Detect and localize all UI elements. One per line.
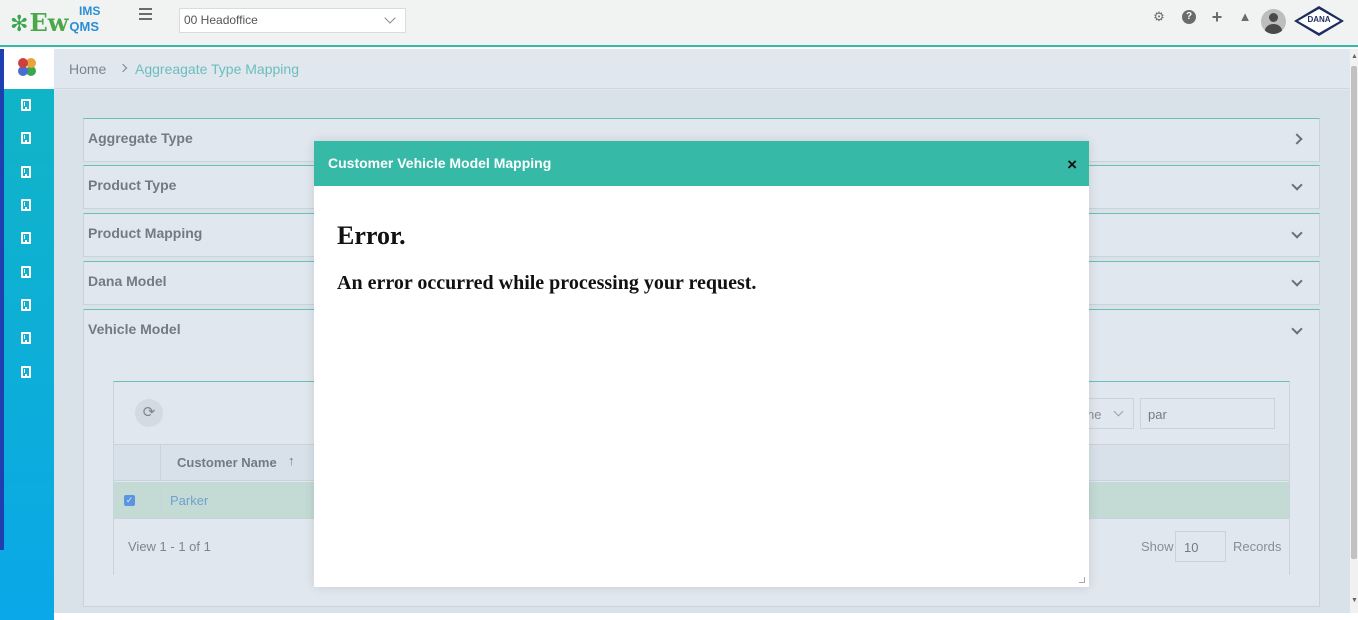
building-icon[interactable] [21, 199, 31, 211]
hamburger-icon[interactable] [139, 8, 152, 23]
top-header: ✻ Ew QMS IMS 00 Headoffice ⚙ ? + ▲ DANA [0, 0, 1358, 47]
modal-title: Customer Vehicle Model Mapping [328, 155, 552, 171]
sidebar-accent-strip [0, 49, 4, 550]
chevron-down-icon [384, 12, 396, 24]
modal-header: Customer Vehicle Model Mapping × [314, 141, 1089, 186]
error-modal: Customer Vehicle Model Mapping × Error. … [314, 141, 1089, 587]
user-avatar[interactable] [1261, 9, 1286, 34]
branch-select-value: 00 Headoffice [184, 13, 258, 27]
branch-select[interactable]: 00 Headoffice [179, 8, 406, 33]
building-icon[interactable] [21, 332, 31, 344]
sidebar-logo[interactable] [4, 49, 54, 89]
bell-icon[interactable]: ▲ [1238, 10, 1252, 24]
logo-qms-text: QMS [69, 19, 100, 34]
sidebar [0, 49, 54, 620]
bottom-strip [54, 613, 1358, 620]
help-icon[interactable]: ? [1182, 10, 1196, 24]
app-logo[interactable]: ✻ Ew QMS IMS [10, 4, 101, 37]
error-heading: Error. [337, 221, 406, 250]
close-icon[interactable]: × [1067, 156, 1077, 173]
brand-logo: DANA [1294, 6, 1344, 36]
logo-ew-text: Ew [29, 8, 69, 37]
scroll-up-arrow[interactable]: ▲ [1351, 53, 1358, 60]
building-icon[interactable] [21, 232, 31, 244]
page-scrollbar[interactable]: ▲ ▼ [1350, 49, 1358, 613]
plus-icon[interactable]: + [1210, 8, 1224, 26]
building-icon[interactable] [21, 266, 31, 278]
building-icon[interactable] [21, 132, 31, 144]
resize-handle[interactable] [1079, 577, 1085, 583]
building-icon[interactable] [21, 299, 31, 311]
scroll-thumb[interactable] [1351, 66, 1357, 559]
gear-icon[interactable]: ⚙ [1152, 10, 1166, 24]
logo-star-icon: ✻ [10, 11, 29, 36]
scroll-down-arrow[interactable]: ▼ [1351, 597, 1358, 604]
logo-ims-text: IMS [79, 4, 101, 18]
error-message: An error occurred while processing your … [337, 272, 757, 294]
brand-logo-text: DANA [1307, 15, 1331, 24]
building-icon[interactable] [21, 99, 31, 111]
building-icon[interactable] [21, 366, 31, 378]
building-icon[interactable] [21, 166, 31, 178]
